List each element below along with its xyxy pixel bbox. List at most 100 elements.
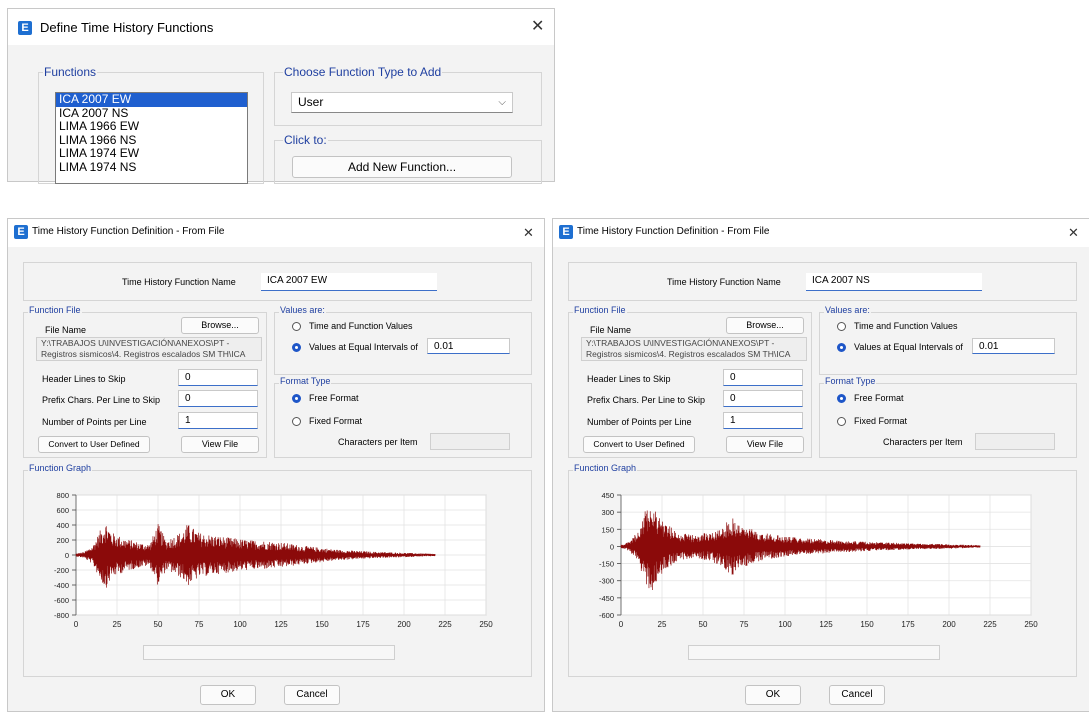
app-icon: E	[559, 225, 573, 239]
interval-input[interactable]: 0.01	[427, 338, 510, 354]
function-name-label: Time History Function Name	[667, 277, 781, 287]
function-name-input[interactable]: ICA 2007 EW	[261, 273, 437, 291]
cancel-button[interactable]: Cancel	[829, 685, 885, 705]
x-tick-label: 250	[1024, 620, 1038, 629]
equal-intervals-radio[interactable]	[837, 343, 846, 352]
x-tick-label: 225	[983, 620, 997, 629]
y-tick-label: 300	[601, 508, 614, 517]
fixed-format-radio[interactable]	[837, 417, 846, 426]
characters-per-item-input	[430, 433, 510, 450]
time-and-function-values-radio[interactable]	[292, 322, 301, 331]
browse-button[interactable]: Browse...	[726, 317, 804, 334]
convert-to-user-defined-button[interactable]: Convert to User Defined	[38, 436, 150, 453]
function-list-item[interactable]: ICA 2007 NS	[56, 106, 247, 121]
function-graph: 0 25 50 75 100 125 150 175 200 225 250 800 600 400 200…	[54, 491, 493, 629]
close-icon[interactable]: ✕	[531, 19, 544, 35]
define-time-history-dialog: E Define Time History Functions ✕ Functi…	[7, 8, 555, 184]
from-file-dialog: E Time History Function Definition - Fro…	[552, 218, 1089, 712]
function-name-input[interactable]: ICA 2007 NS	[806, 273, 982, 291]
close-icon[interactable]: ✕	[1068, 225, 1079, 241]
points-per-line-label: Number of Points per Line	[42, 417, 147, 427]
cancel-button[interactable]: Cancel	[284, 685, 340, 705]
y-tick-label: -600	[54, 596, 69, 605]
header-lines-input[interactable]: 0	[178, 369, 258, 386]
function-list-item[interactable]: LIMA 1974 NS	[56, 160, 247, 175]
y-tick-label: -800	[54, 611, 69, 620]
y-tick-label: 400	[56, 521, 69, 530]
free-format-label: Free Format	[854, 393, 904, 403]
points-per-line-input[interactable]: 1	[178, 412, 258, 429]
y-tick-label: -450	[599, 594, 614, 603]
file-path-line2: Registros sismicos\4. Registros escalado…	[41, 349, 246, 359]
time-and-function-values-label: Time and Function Values	[854, 321, 958, 331]
view-file-button[interactable]: View File	[726, 436, 804, 453]
ok-button[interactable]: OK	[745, 685, 801, 705]
function-name-label: Time History Function Name	[122, 277, 236, 287]
ok-button[interactable]: OK	[200, 685, 256, 705]
chevron-down-icon: ⌵	[498, 97, 506, 108]
header-lines-input[interactable]: 0	[723, 369, 803, 386]
function-list-item[interactable]: LIMA 1966 NS	[56, 133, 247, 148]
x-tick-label: 25	[113, 620, 122, 629]
time-and-function-values-label: Time and Function Values	[309, 321, 413, 331]
characters-per-item-input	[975, 433, 1055, 450]
x-tick-label: 150	[315, 620, 329, 629]
file-path-line1: Y:\TRABAJOS U\INVESTIGACIÓN\ANEXOS\PT -	[586, 338, 775, 348]
x-tick-label: 0	[74, 620, 79, 629]
title-bar: E Define Time History Functions ✕	[8, 9, 554, 45]
prefix-chars-label: Prefix Chars. Per Line to Skip	[587, 395, 706, 405]
x-tick-label: 150	[860, 620, 874, 629]
function-file-label: Function File	[28, 305, 82, 315]
y-tick-label: -400	[54, 581, 69, 590]
y-tick-label: -600	[599, 611, 614, 620]
function-type-select[interactable]: User ⌵	[291, 92, 513, 113]
file-name-label: File Name	[590, 325, 632, 335]
title-bar: E Time History Function Definition - Fro…	[8, 219, 544, 247]
interval-input[interactable]: 0.01	[972, 338, 1055, 354]
choose-function-type-label: Choose Function Type to Add	[283, 65, 443, 79]
x-tick-label: 0	[619, 620, 624, 629]
prefix-chars-input[interactable]: 0	[178, 390, 258, 407]
function-list-item[interactable]: LIMA 1966 EW	[56, 119, 247, 134]
function-list-item[interactable]: ICA 2007 EW	[56, 93, 247, 107]
file-name-label: File Name	[45, 325, 87, 335]
function-graph: 0 25 50 75 100 125 150 175 200 225 250 450 300 150 0 -1…	[599, 491, 1038, 629]
graph-status-field	[143, 645, 395, 660]
y-tick-label: -300	[599, 577, 614, 586]
function-file-label: Function File	[573, 305, 627, 315]
convert-to-user-defined-button[interactable]: Convert to User Defined	[583, 436, 695, 453]
x-tick-label: 75	[195, 620, 204, 629]
y-tick-label: 200	[56, 536, 69, 545]
x-tick-label: 25	[658, 620, 667, 629]
close-icon[interactable]: ✕	[523, 225, 534, 241]
function-graph-label: Function Graph	[573, 463, 638, 473]
x-tick-label: 125	[819, 620, 833, 629]
file-path-line2: Registros sismicos\4. Registros escalado…	[586, 349, 791, 359]
add-new-function-button[interactable]: Add New Function...	[292, 156, 512, 178]
title-bar: E Time History Function Definition - Fro…	[553, 219, 1089, 247]
dialog-title: Time History Function Definition - From …	[577, 226, 770, 237]
points-per-line-input[interactable]: 1	[723, 412, 803, 429]
header-lines-label: Header Lines to Skip	[587, 374, 671, 384]
free-format-radio[interactable]	[837, 394, 846, 403]
free-format-radio[interactable]	[292, 394, 301, 403]
equal-intervals-radio[interactable]	[292, 343, 301, 352]
equal-intervals-label: Values at Equal Intervals of	[854, 342, 963, 352]
y-tick-label: 150	[601, 525, 614, 534]
x-tick-label: 75	[740, 620, 749, 629]
fixed-format-radio[interactable]	[292, 417, 301, 426]
y-tick-label: -150	[599, 560, 614, 569]
file-path-field: Y:\TRABAJOS U\INVESTIGACIÓN\ANEXOS\PT - …	[581, 337, 807, 361]
time-and-function-values-radio[interactable]	[837, 322, 846, 331]
characters-per-item-label: Characters per Item	[338, 437, 418, 447]
prefix-chars-input[interactable]: 0	[723, 390, 803, 407]
x-tick-label: 200	[397, 620, 411, 629]
x-tick-label: 175	[901, 620, 915, 629]
browse-button[interactable]: Browse...	[181, 317, 259, 334]
equal-intervals-label: Values at Equal Intervals of	[309, 342, 418, 352]
prefix-chars-label: Prefix Chars. Per Line to Skip	[42, 395, 161, 405]
view-file-button[interactable]: View File	[181, 436, 259, 453]
characters-per-item-label: Characters per Item	[883, 437, 963, 447]
functions-list[interactable]: ICA 2007 EW ICA 2007 NS LIMA 1966 EW LIMA 1…	[55, 92, 248, 184]
function-list-item[interactable]: LIMA 1974 EW	[56, 146, 247, 161]
